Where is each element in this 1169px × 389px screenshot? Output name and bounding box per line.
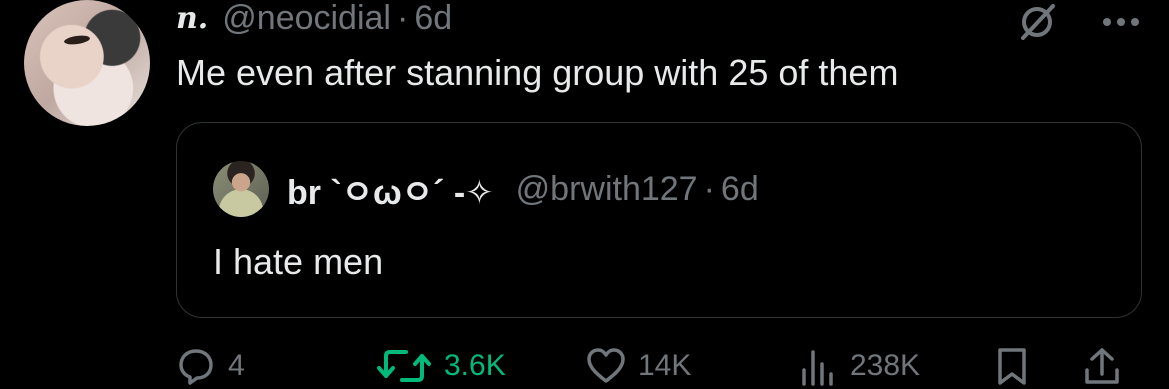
more-icon[interactable]	[1101, 16, 1141, 28]
quoted-author-avatar	[213, 161, 269, 217]
quoted-author-display-name: br `ㅇωㅇ´ -✧	[287, 173, 494, 212]
avatar-eye	[63, 34, 91, 46]
views-icon	[802, 350, 833, 386]
heart-icon	[587, 348, 625, 383]
quoted-post-timestamp: 6d	[720, 169, 759, 208]
share-icon	[1085, 348, 1119, 384]
quoted-separator-dot: ·	[703, 169, 715, 208]
author-avatar[interactable]	[24, 0, 150, 126]
share-button[interactable]	[1082, 344, 1134, 388]
author-display-name[interactable]: n.	[176, 1, 208, 36]
quoted-post-card[interactable]: br `ㅇωㅇ´ -✧ @brwith127 · 6d I hate men	[176, 122, 1142, 318]
author-handle[interactable]: @neocidial	[222, 0, 391, 38]
reply-icon	[179, 349, 213, 385]
separator-dot: ·	[397, 0, 409, 37]
quoted-author-handle: @brwith127	[515, 169, 698, 208]
repost-button[interactable]: 3.6K	[376, 344, 506, 388]
like-count: 14K	[638, 349, 692, 382]
bookmark-icon	[998, 348, 1026, 385]
grok-icon[interactable]	[1017, 2, 1057, 42]
reply-button[interactable]: 4	[176, 344, 245, 388]
repost-count: 3.6K	[444, 349, 506, 382]
views-button[interactable]: 238K	[798, 344, 920, 388]
quoted-post-text: I hate men	[213, 241, 384, 282]
post-header: n. @neocidial · 6d	[176, 0, 452, 38]
post-action-bar: 4 3.6K 14K 238K	[176, 344, 1142, 388]
post-text: Me even after stanning group with 25 of …	[176, 52, 899, 93]
post-top-actions	[1017, 2, 1141, 42]
views-count: 238K	[850, 349, 921, 382]
quoted-post-header: br `ㅇωㅇ´ -✧ @brwith127 · 6d	[213, 161, 759, 217]
like-button[interactable]: 14K	[586, 344, 691, 388]
reply-count: 4	[228, 349, 245, 382]
repost-icon	[377, 350, 431, 382]
post-timestamp[interactable]: 6d	[414, 0, 452, 38]
bookmark-button[interactable]	[994, 344, 1042, 388]
